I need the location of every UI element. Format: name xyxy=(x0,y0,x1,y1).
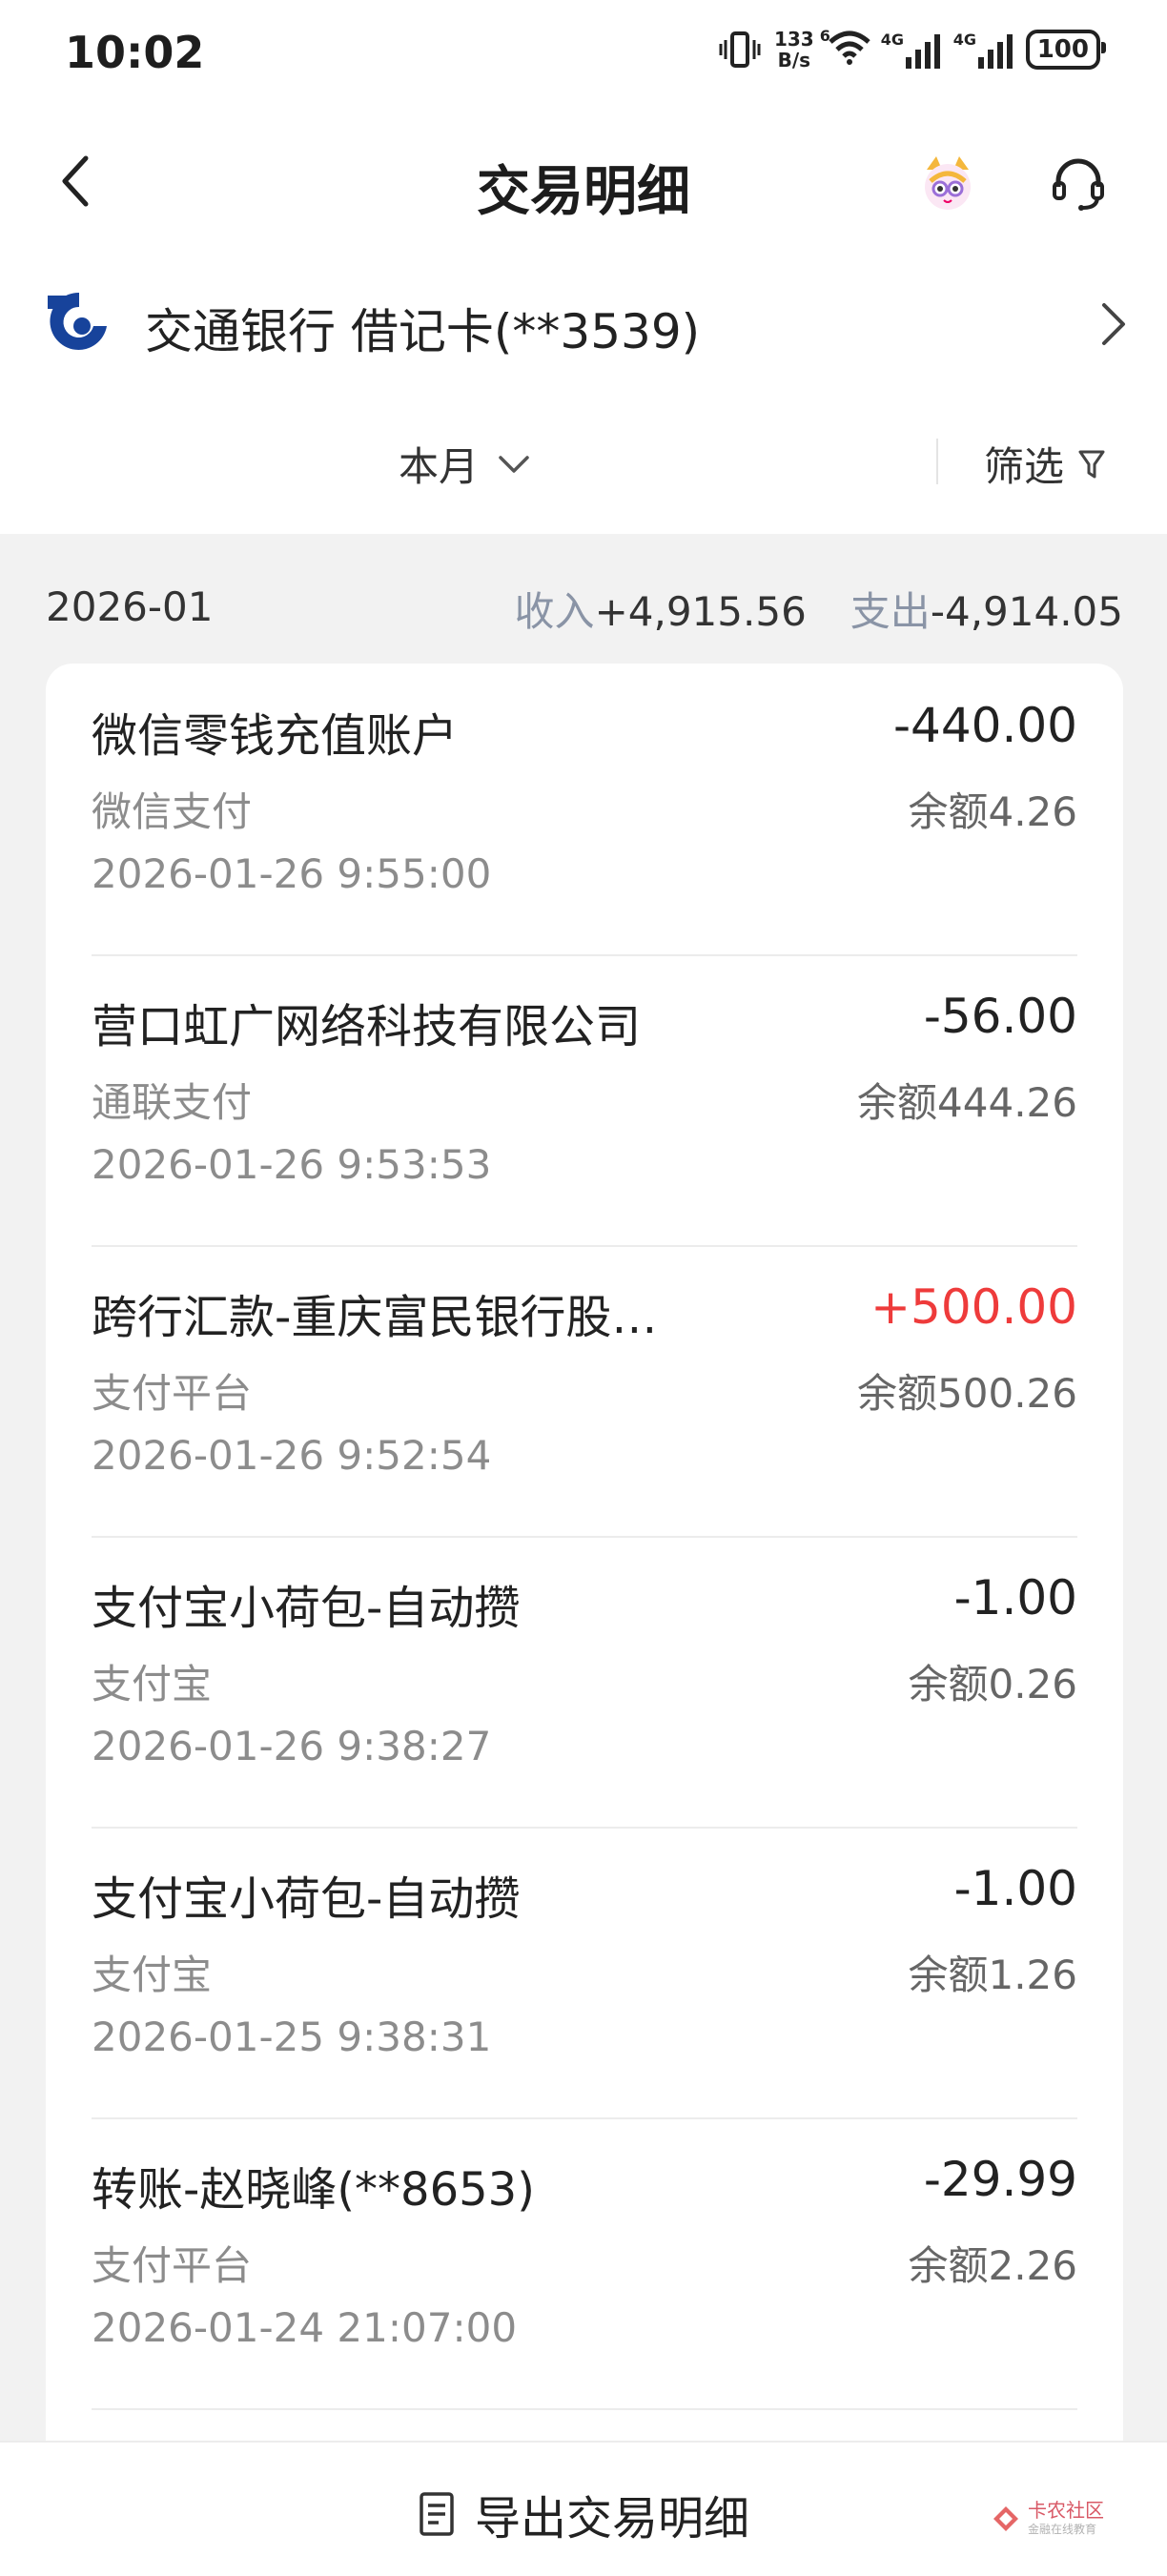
transaction-channel: 支付宝 xyxy=(92,1952,213,1998)
transaction-balance: 余额4.26 xyxy=(908,788,1077,835)
transaction-name: 营口虹广网络科技有限公司 xyxy=(92,1000,642,1053)
network-speed: 133 B/s xyxy=(773,28,814,72)
funnel-icon xyxy=(1078,450,1105,478)
income-label: 收入 xyxy=(514,588,595,635)
watermark-logo-icon xyxy=(993,2505,1018,2531)
transaction-item[interactable]: 转账-赵晓峰(**8653) 支付平台 2026-01-24 21:07:00 … xyxy=(92,2117,1077,2410)
transaction-balance: 余额0.26 xyxy=(908,1661,1077,1707)
wifi-icon xyxy=(829,31,870,65)
expense-label: 支出 xyxy=(850,588,931,635)
month-summary: 收入+4,915.56 支出-4,914.05 xyxy=(515,580,1123,638)
transaction-item[interactable]: 支付宝小荷包-自动攒 支付宝 2026-01-25 9:38:31 -1.00 … xyxy=(92,1827,1077,2119)
filter-label: 筛选 xyxy=(984,443,1065,490)
chevron-down-icon xyxy=(499,455,529,473)
status-icons: 133 B/s 6 4G 4G 100 xyxy=(719,27,1107,72)
transaction-item[interactable]: 跨行汇款-重庆富民银行股… 支付平台 2026-01-26 9:52:54 +5… xyxy=(92,1245,1077,1538)
transaction-channel: 支付平台 xyxy=(92,2242,253,2289)
wifi-signal: 6 xyxy=(820,27,871,69)
vibrate-icon xyxy=(719,31,761,68)
transaction-amount: -29.99 xyxy=(923,2152,1077,2207)
status-time: 10:02 xyxy=(65,27,205,78)
transaction-item[interactable]: 营口虹广网络科技有限公司 通联支付 2026-01-26 9:53:53 -56… xyxy=(92,954,1077,1247)
transaction-channel: 支付宝 xyxy=(92,1661,213,1707)
transaction-channel: 微信支付 xyxy=(92,788,253,835)
transaction-time: 2026-01-25 9:38:31 xyxy=(92,2014,492,2060)
transaction-name: 跨行汇款-重庆富民银行股… xyxy=(92,1291,658,1344)
account-selector[interactable]: 交通银行 借记卡(**3539) xyxy=(0,276,1167,372)
mascot-avatar-icon xyxy=(925,156,971,210)
transaction-time: 2026-01-24 21:07:00 xyxy=(92,2304,518,2351)
export-label: 导出交易明细 xyxy=(474,2492,749,2545)
transaction-name: 转账-赵晓峰(**8653) xyxy=(92,2163,535,2217)
transaction-balance: 余额2.26 xyxy=(908,2242,1077,2289)
battery-indicator: 100 xyxy=(1025,30,1107,70)
signal-strength-1: 4G xyxy=(881,31,940,69)
income-value: +4,915.56 xyxy=(594,588,807,635)
transaction-balance: 余额444.26 xyxy=(857,1079,1077,1126)
page-title: 交易明细 xyxy=(477,161,690,223)
transaction-amount: +500.00 xyxy=(870,1279,1077,1335)
transaction-list: 微信零钱充值账户 微信支付 2026-01-26 9:55:00 -440.00… xyxy=(46,664,1123,2475)
customer-service-button[interactable] xyxy=(1049,154,1108,214)
mascot-button[interactable] xyxy=(917,153,978,214)
transaction-balance: 余额1.26 xyxy=(908,1952,1077,1998)
transaction-name: 支付宝小荷包-自动攒 xyxy=(92,1872,521,1926)
transaction-channel: 通联支付 xyxy=(92,1079,253,1126)
headset-icon xyxy=(1053,158,1104,211)
transaction-time: 2026-01-26 9:55:00 xyxy=(92,850,492,897)
watermark-subtext: 金融在线教育 xyxy=(1028,2523,1097,2536)
transaction-amount: -1.00 xyxy=(953,1570,1077,1625)
transaction-balance: 余额500.26 xyxy=(857,1370,1077,1417)
transaction-name: 支付宝小荷包-自动攒 xyxy=(92,1582,521,1635)
month-heading: 2026-01 xyxy=(46,583,214,630)
transaction-channel: 支付平台 xyxy=(92,1370,253,1417)
expense-value: -4,914.05 xyxy=(930,588,1123,635)
transaction-amount: -1.00 xyxy=(953,1861,1077,1916)
month-dropdown[interactable]: 本月 xyxy=(399,435,530,493)
transaction-time: 2026-01-26 9:38:27 xyxy=(92,1723,492,1769)
transaction-item[interactable]: 微信零钱充值账户 微信支付 2026-01-26 9:55:00 -440.00… xyxy=(92,664,1077,956)
transaction-name: 微信零钱充值账户 xyxy=(92,709,459,763)
filter-button[interactable]: 筛选 xyxy=(984,435,1106,493)
watermark-text: 卡农社区 xyxy=(1028,2499,1104,2522)
watermark: 卡农社区 金融在线教育 xyxy=(992,2500,1104,2537)
transaction-item[interactable]: 支付宝小荷包-自动攒 支付宝 2026-01-26 9:38:27 -1.00 … xyxy=(92,1536,1077,1829)
account-label: 交通银行 借记卡(**3539) xyxy=(145,304,701,359)
filter-divider xyxy=(936,439,938,484)
transaction-amount: -56.00 xyxy=(923,989,1077,1044)
signal-strength-2: 4G xyxy=(953,31,1013,69)
chevron-right-icon xyxy=(1102,303,1125,345)
transaction-time: 2026-01-26 9:52:54 xyxy=(92,1432,492,1479)
bank-logo-icon xyxy=(48,292,107,350)
document-icon xyxy=(420,2492,454,2536)
month-label: 本月 xyxy=(399,443,480,490)
transaction-time: 2026-01-26 9:53:53 xyxy=(92,1141,492,1188)
transaction-amount: -440.00 xyxy=(893,698,1077,753)
